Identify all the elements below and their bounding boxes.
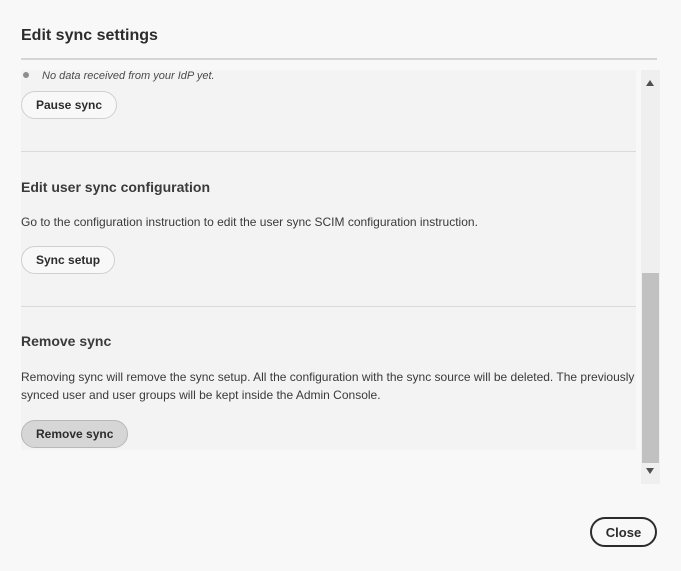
status-dot-icon <box>23 72 29 78</box>
scrollbar-thumb[interactable] <box>642 273 659 463</box>
status-text: No data received from your IdP yet. <box>42 70 215 82</box>
section-divider <box>21 306 636 307</box>
scrollbar[interactable] <box>641 70 660 484</box>
title-divider <box>21 58 657 60</box>
dialog-title: Edit sync settings <box>21 27 158 44</box>
remove-sync-heading: Remove sync <box>21 333 112 349</box>
sync-status: No data received from your IdP yet. <box>21 70 215 82</box>
edit-config-description: Go to the configuration instruction to e… <box>21 215 478 229</box>
scroll-down-arrow-icon[interactable] <box>646 468 654 474</box>
pause-sync-button[interactable]: Pause sync <box>21 91 118 119</box>
section-divider <box>21 151 636 152</box>
edit-config-heading: Edit user sync configuration <box>21 179 211 195</box>
close-button[interactable]: Close <box>590 517 657 547</box>
remove-sync-description: Removing sync will remove the sync setup… <box>21 370 635 402</box>
settings-scroll-area: No data received from your IdP yet. Paus… <box>21 70 636 450</box>
sync-setup-button[interactable]: Sync setup <box>21 246 116 274</box>
scroll-up-arrow-icon[interactable] <box>646 80 654 86</box>
remove-sync-button[interactable]: Remove sync <box>21 420 129 448</box>
